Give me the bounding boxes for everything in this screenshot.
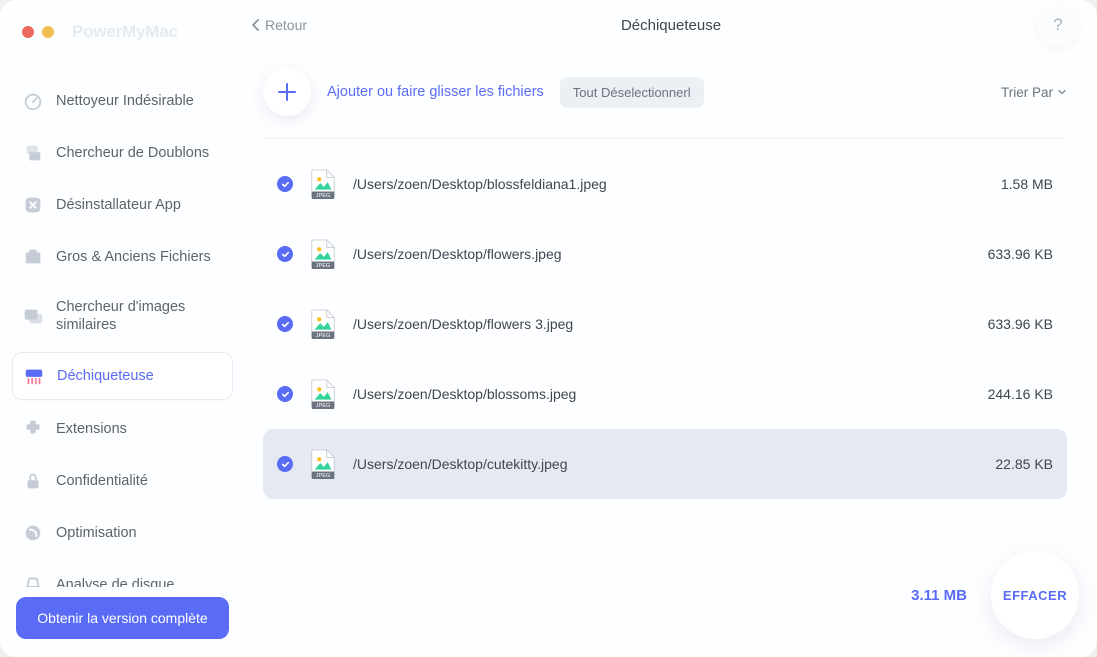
privacy-icon (22, 470, 44, 492)
add-files-label[interactable]: Ajouter ou faire glisser les fichiers (327, 84, 544, 100)
large-old-icon (22, 246, 44, 268)
app-window: PowerMyMac Nettoyeur Indésirable Chercheu… (0, 0, 1097, 657)
uninstall-icon (22, 194, 44, 216)
get-full-version-button[interactable]: Obtenir la version complète (16, 597, 229, 639)
sidebar-item-gauge[interactable]: Nettoyeur Indésirable (12, 78, 233, 124)
file-path: /Users/zoen/Desktop/flowers.jpeg (353, 246, 972, 262)
sidebar-item-label: Chercheur d'images similaires (56, 298, 223, 334)
sidebar-item-uninstall[interactable]: Désinstallateur App (12, 182, 233, 228)
brand-name: PowerMyMac (72, 22, 178, 42)
file-size: 633.96 KB (988, 246, 1053, 262)
file-checkbox[interactable] (277, 456, 293, 472)
jpeg-file-icon: JPEG (309, 449, 337, 479)
file-checkbox[interactable] (277, 176, 293, 192)
sidebar-item-duplicates[interactable]: Chercheur de Doublons (12, 130, 233, 176)
sidebar-item-disk[interactable]: Analyse de disque (12, 562, 233, 587)
sidebar-item-large-old[interactable]: Gros & Anciens Fichiers (12, 234, 233, 280)
file-path: /Users/zoen/Desktop/cutekitty.jpeg (353, 456, 979, 472)
sidebar-item-extensions[interactable]: Extensions (12, 406, 233, 452)
sort-label: Trier Par (1001, 85, 1053, 100)
file-path: /Users/zoen/Desktop/flowers 3.jpeg (353, 316, 972, 332)
close-window-button[interactable] (22, 26, 34, 38)
sidebar-item-optimise[interactable]: Optimisation (12, 510, 233, 556)
jpeg-file-icon: JPEG (309, 169, 337, 199)
file-checkbox[interactable] (277, 386, 293, 402)
sidebar-item-similar[interactable]: Chercheur d'images similaires (12, 286, 233, 346)
similar-icon (22, 305, 44, 327)
back-label: Retour (265, 17, 307, 33)
sort-dropdown[interactable]: Trier Par (1001, 85, 1067, 100)
plus-icon (276, 81, 298, 103)
file-row[interactable]: JPEG/Users/zoen/Desktop/flowers 3.jpeg 63… (263, 289, 1067, 359)
sidebar-item-label: Extensions (56, 420, 127, 438)
total-size: 3.11 MB (911, 587, 967, 604)
optimise-icon (22, 522, 44, 544)
sidebar-nav: Nettoyeur Indésirable Chercheur de Doublo… (0, 78, 245, 587)
footer: 3.11 MB EFFACER (911, 551, 1079, 639)
sidebar-item-label: Chercheur de Doublons (56, 144, 209, 162)
jpeg-file-icon: JPEG (309, 379, 337, 409)
sidebar-item-shredder[interactable]: Déchiqueteuse (12, 352, 233, 400)
file-checkbox[interactable] (277, 246, 293, 262)
file-size: 22.85 KB (995, 456, 1053, 472)
sidebar-item-label: Nettoyeur Indésirable (56, 92, 194, 110)
jpeg-file-icon: JPEG (309, 309, 337, 339)
file-row[interactable]: JPEG/Users/zoen/Desktop/blossfeldiana1.j… (263, 149, 1067, 219)
duplicates-icon (22, 142, 44, 164)
svg-text:JPEG: JPEG (316, 333, 331, 339)
jpeg-file-icon: JPEG (309, 239, 337, 269)
file-size: 244.16 KB (988, 386, 1053, 402)
file-path: /Users/zoen/Desktop/blossoms.jpeg (353, 386, 972, 402)
minimize-window-button[interactable] (42, 26, 54, 38)
window-controls (22, 26, 54, 38)
file-checkbox[interactable] (277, 316, 293, 332)
sidebar: PowerMyMac Nettoyeur Indésirable Chercheu… (0, 0, 245, 657)
sidebar-item-label: Gros & Anciens Fichiers (56, 248, 211, 266)
disk-icon (22, 574, 44, 587)
svg-text:JPEG: JPEG (316, 473, 331, 479)
sidebar-item-label: Déchiqueteuse (57, 367, 154, 385)
file-row[interactable]: JPEG/Users/zoen/Desktop/cutekitty.jpeg 22… (263, 429, 1067, 499)
erase-button[interactable]: EFFACER (991, 551, 1079, 639)
add-files-button[interactable] (263, 68, 311, 116)
svg-text:JPEG: JPEG (316, 263, 331, 269)
file-size: 1.58 MB (1001, 176, 1053, 192)
topbar: Retour Déchiqueteuse ? (245, 0, 1097, 50)
sidebar-item-label: Désinstallateur App (56, 196, 181, 214)
help-icon: ? (1053, 15, 1062, 35)
sidebar-item-label: Optimisation (56, 524, 137, 542)
help-button[interactable]: ? (1037, 4, 1079, 46)
titlebar: PowerMyMac (0, 18, 245, 46)
file-row[interactable]: JPEG/Users/zoen/Desktop/flowers.jpeg 633.… (263, 219, 1067, 289)
svg-text:JPEG: JPEG (316, 193, 331, 199)
toolbar: Ajouter ou faire glisser les fichiers To… (245, 50, 1097, 116)
page-title: Déchiqueteuse (621, 17, 721, 34)
file-size: 633.96 KB (988, 316, 1053, 332)
sidebar-item-privacy[interactable]: Confidentialité (12, 458, 233, 504)
shredder-icon (23, 365, 45, 387)
chevron-down-icon (1057, 87, 1067, 97)
extensions-icon (22, 418, 44, 440)
file-path: /Users/zoen/Desktop/blossfeldiana1.jpeg (353, 176, 985, 192)
sidebar-item-label: Analyse de disque (56, 576, 175, 587)
file-row[interactable]: JPEG/Users/zoen/Desktop/blossoms.jpeg 244… (263, 359, 1067, 429)
back-button[interactable]: Retour (251, 17, 307, 33)
gauge-icon (22, 90, 44, 112)
deselect-all-button[interactable]: Tout Déselectionnerl (560, 77, 704, 108)
svg-text:JPEG: JPEG (316, 403, 331, 409)
chevron-left-icon (251, 18, 261, 32)
sidebar-item-label: Confidentialité (56, 472, 148, 490)
main-pane: Retour Déchiqueteuse ? Ajouter ou faire … (245, 0, 1097, 657)
